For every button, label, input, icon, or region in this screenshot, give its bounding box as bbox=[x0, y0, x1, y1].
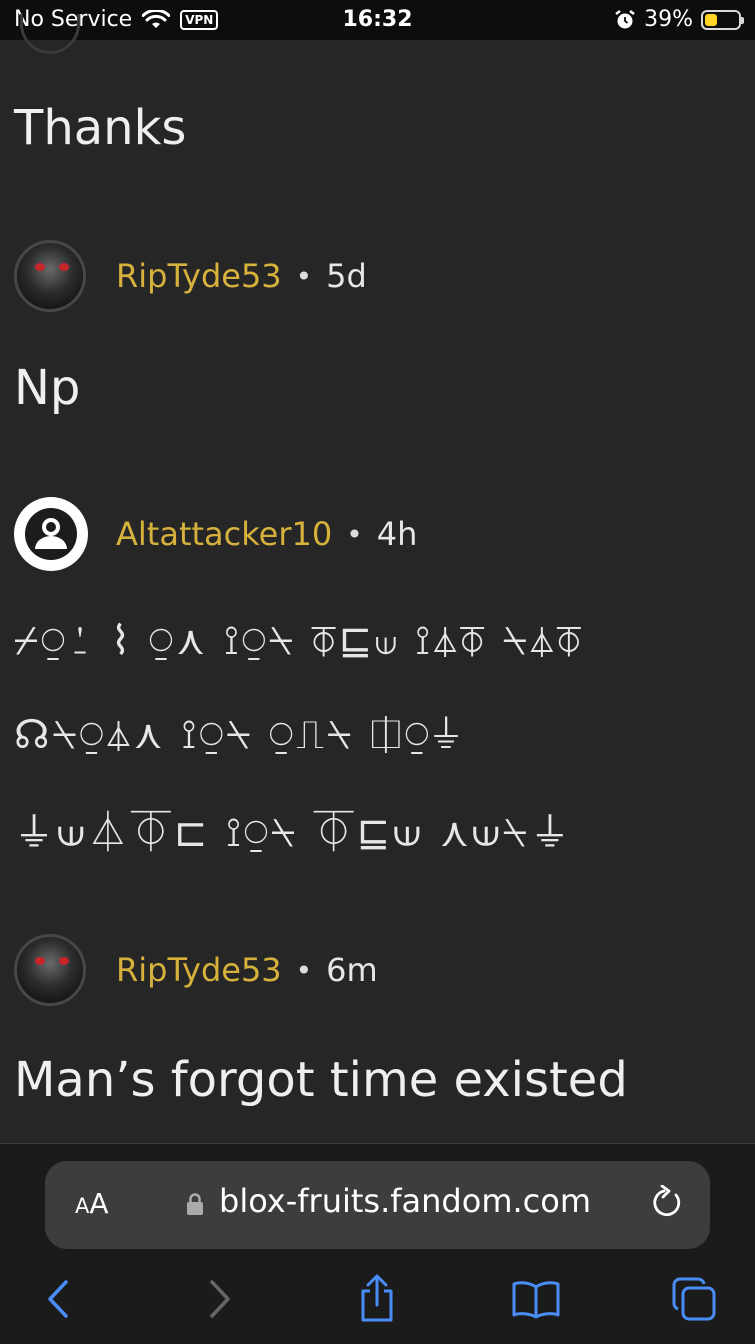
default-user-icon[interactable] bbox=[14, 497, 88, 571]
tabs-icon bbox=[672, 1277, 716, 1321]
user-avatar[interactable] bbox=[14, 240, 86, 312]
separator-dot: • bbox=[295, 953, 313, 987]
battery-fill bbox=[705, 13, 717, 26]
comment-body-line: ☊⍀⍜⏃⋏ ⟟⍜⍀ ⍜⎍⍀ ⎅⍜⏚ bbox=[14, 712, 464, 758]
comment-body: Np bbox=[14, 360, 81, 416]
address-bar[interactable]: AA blox-fruits.fandom.com bbox=[45, 1161, 710, 1249]
status-bar: No Service VPN 16:32 39% bbox=[0, 0, 755, 40]
reader-settings-button[interactable]: AA bbox=[75, 1187, 109, 1220]
alarm-icon bbox=[615, 9, 635, 28]
comment-body: Thanks bbox=[14, 100, 187, 156]
comment-body-line: ⏚⟒⏃⏁⊏ ⟟⍜⍀ ⏁⊑⟒ ⋏⟒⍀⏚ bbox=[14, 810, 573, 856]
bookmarks-button[interactable] bbox=[506, 1269, 566, 1329]
battery-icon bbox=[701, 9, 744, 30]
back-button[interactable] bbox=[28, 1269, 88, 1329]
share-button[interactable] bbox=[347, 1269, 407, 1329]
share-icon bbox=[361, 1274, 393, 1322]
reload-icon[interactable] bbox=[650, 1185, 686, 1223]
tabs-button[interactable] bbox=[664, 1269, 724, 1329]
forward-button[interactable] bbox=[190, 1269, 250, 1329]
separator-dot: • bbox=[295, 259, 313, 293]
avatar-partial bbox=[20, 14, 80, 54]
comment-header: RipTyde53 • 5d bbox=[14, 240, 367, 312]
battery-percent: 39% bbox=[644, 7, 693, 32]
comment-header: RipTyde53 • 6m bbox=[14, 934, 378, 1006]
user-avatar[interactable] bbox=[14, 934, 86, 1006]
lock-icon bbox=[187, 1193, 203, 1215]
book-icon bbox=[512, 1281, 560, 1319]
comment-age: 6m bbox=[326, 951, 378, 989]
username-link[interactable]: RipTyde53 bbox=[116, 257, 282, 295]
status-right: 39% bbox=[614, 7, 744, 32]
comment-age: 5d bbox=[326, 257, 367, 295]
chevron-right-icon bbox=[210, 1280, 230, 1318]
browser-toolbar bbox=[0, 1269, 755, 1329]
username-link[interactable]: Altattacker10 bbox=[116, 515, 332, 553]
separator-dot: • bbox=[346, 517, 363, 551]
comment-body: Man’s forgot time existed bbox=[14, 1052, 628, 1108]
comment-body-line: ⌿⍜⍘ ⌇ ⍜⋏ ⟟⍜⍀ ⏁⊑⟒ ⟟⏃⏁ ⍀⏃⏁ bbox=[14, 618, 584, 664]
username-link[interactable]: RipTyde53 bbox=[116, 951, 282, 989]
url-text[interactable]: blox-fruits.fandom.com bbox=[219, 1182, 591, 1220]
chevron-left-icon bbox=[48, 1280, 68, 1318]
browser-chrome: AA blox-fruits.fandom.com bbox=[0, 1143, 755, 1344]
comment-age: 4h bbox=[376, 515, 418, 553]
comment-header: Altattacker10 • 4h bbox=[14, 497, 417, 571]
